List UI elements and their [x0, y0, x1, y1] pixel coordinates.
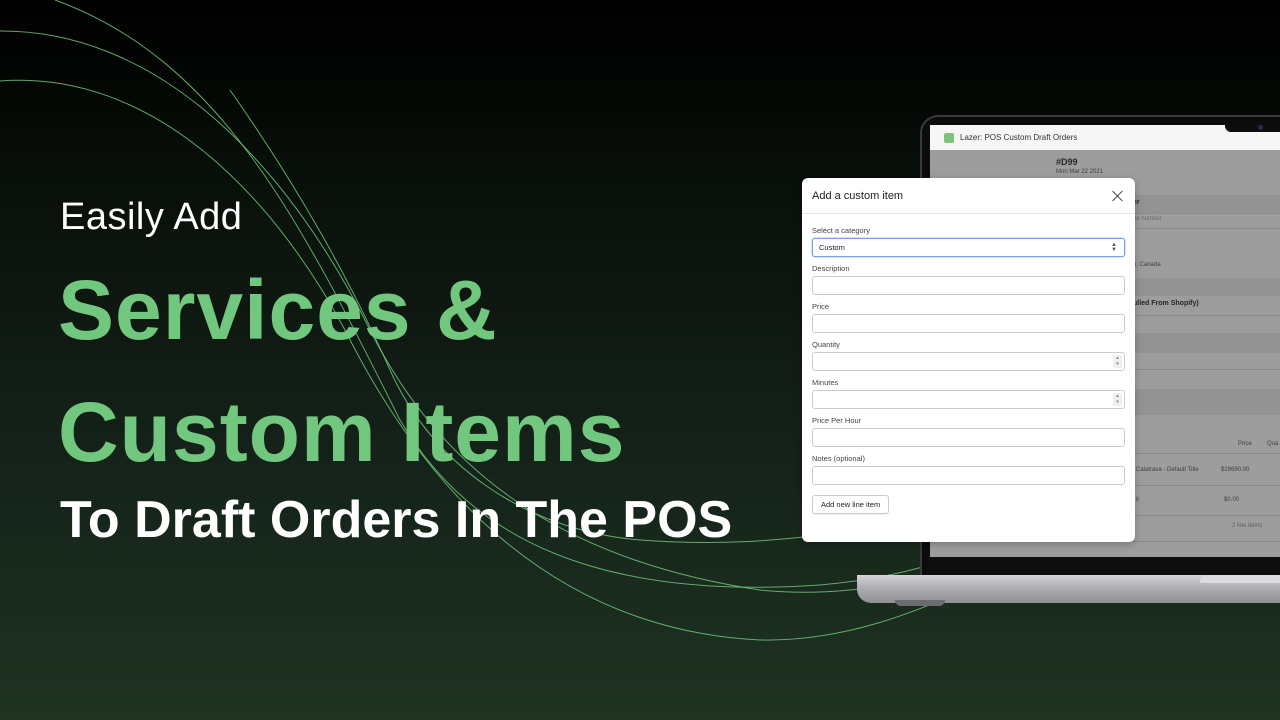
price-per-hour-input[interactable] [812, 428, 1125, 447]
laptop-foot [895, 600, 945, 606]
pulled-heading: ulled From Shopify) [1133, 300, 1199, 307]
laptop-notch [1225, 118, 1280, 132]
description-label: Description [812, 264, 850, 273]
app-logo-icon [944, 132, 954, 143]
modal-header: Add a custom item [802, 178, 1135, 214]
price-column-header: Price [1238, 441, 1252, 447]
price-label: Price [812, 302, 830, 311]
app-title: Lazer: POS Custom Draft Orders [960, 133, 1078, 142]
modal-body: Select a category Custom ▲ ▼ Description … [802, 214, 1135, 514]
category-label: Select a category [812, 226, 870, 235]
minutes-input[interactable]: ▴ ▾ [812, 390, 1125, 409]
hero-eyebrow: Easily Add [60, 196, 243, 238]
order-number: #D99 [1056, 157, 1078, 167]
hero-subheadline: To Draft Orders In The POS [60, 491, 733, 549]
phone-field: ne number [1133, 216, 1162, 222]
close-icon[interactable] [1111, 189, 1125, 203]
category-select-value: Custom [819, 243, 845, 252]
customer-address: n, Canada [1133, 262, 1161, 268]
modal-title: Add a custom item [812, 189, 904, 202]
quantity-input[interactable]: ▴ ▾ [812, 352, 1125, 371]
category-select[interactable]: Custom ▲ ▼ [812, 238, 1125, 257]
quantity-column-header: Qua [1267, 441, 1279, 447]
add-new-line-item-button[interactable]: Add new line item [812, 495, 890, 514]
price-per-hour-field: Price Per Hour [812, 416, 1125, 447]
description-input[interactable] [812, 276, 1125, 295]
hero-headline-line-1: Services & [58, 263, 498, 357]
line-item-price: $28690.00 [1221, 467, 1250, 473]
camera-icon [1258, 125, 1263, 130]
line-item-price: $0.00 [1224, 497, 1240, 503]
minutes-stepper[interactable]: ▴ ▾ [1113, 393, 1122, 406]
line-item-title: ir [1136, 497, 1140, 503]
laptop-base-lip [1200, 575, 1280, 583]
order-date: Mon Mar 22 2021 [1056, 169, 1104, 175]
line-item-title: Calatrava - Default Title [1136, 467, 1199, 473]
select-arrows-icon: ▲ ▼ [1111, 242, 1117, 253]
minutes-label: Minutes [812, 378, 839, 387]
price-per-hour-label: Price Per Hour [812, 416, 862, 425]
notes-label: Notes (optional) [812, 454, 865, 463]
quantity-field: Quantity ▴ ▾ [812, 340, 1125, 371]
hero-headline-line-2: Custom Items [58, 385, 626, 479]
quantity-label: Quantity [812, 340, 840, 349]
laptop-bezel-bottom [927, 557, 1280, 575]
category-field: Select a category Custom ▲ ▼ [812, 226, 1125, 257]
quantity-stepper[interactable]: ▴ ▾ [1113, 355, 1122, 368]
add-custom-item-modal: Add a custom item Select a category Cust… [802, 178, 1135, 542]
minutes-field: Minutes ▴ ▾ [812, 378, 1125, 409]
price-input[interactable] [812, 314, 1125, 333]
line-items-count: 2 line items [1232, 523, 1263, 529]
notes-input[interactable] [812, 466, 1125, 485]
notes-field: Notes (optional) [812, 454, 1125, 485]
description-field: Description [812, 264, 1125, 295]
price-field: Price [812, 302, 1125, 333]
